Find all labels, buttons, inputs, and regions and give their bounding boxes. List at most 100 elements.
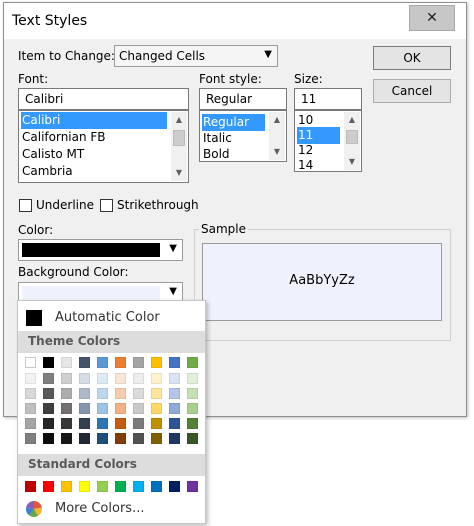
theme-shade-swatch[interactable] [97, 403, 108, 414]
theme-shade-swatch[interactable] [115, 388, 126, 399]
font-list-item[interactable]: Californian FB [21, 129, 167, 146]
scroll-down-icon[interactable]: ▼ [269, 144, 285, 160]
theme-shade-swatch[interactable] [187, 373, 198, 384]
theme-shade-swatch[interactable] [169, 373, 180, 384]
font-list-item[interactable]: Calibri [21, 112, 167, 129]
theme-shade-swatch[interactable] [133, 373, 144, 384]
theme-shade-swatch[interactable] [151, 403, 162, 414]
scroll-up-icon[interactable]: ▲ [171, 112, 187, 128]
theme-shade-swatch[interactable] [97, 388, 108, 399]
theme-shade-swatch[interactable] [25, 433, 36, 444]
theme-color-swatch[interactable] [187, 357, 198, 368]
font-style-input[interactable]: Regular [199, 88, 287, 110]
size-list[interactable]: 10 11 12 14 ▲ ▼ [294, 110, 362, 172]
scroll-up-icon[interactable]: ▲ [269, 112, 285, 128]
standard-color-swatch[interactable] [187, 481, 198, 492]
theme-shade-swatch[interactable] [133, 388, 144, 399]
standard-color-swatch[interactable] [151, 481, 162, 492]
theme-shade-swatch[interactable] [187, 433, 198, 444]
standard-color-swatch[interactable] [97, 481, 108, 492]
theme-shade-swatch[interactable] [97, 433, 108, 444]
theme-color-swatch[interactable] [133, 357, 144, 368]
theme-shade-swatch[interactable] [61, 433, 72, 444]
theme-shade-swatch[interactable] [187, 403, 198, 414]
strikethrough-checkbox[interactable] [100, 199, 113, 212]
standard-color-swatch[interactable] [43, 481, 54, 492]
scroll-down-icon[interactable]: ▼ [171, 165, 187, 181]
standard-color-swatch[interactable] [61, 481, 72, 492]
theme-shade-swatch[interactable] [151, 388, 162, 399]
theme-shade-swatch[interactable] [79, 388, 90, 399]
standard-color-swatch[interactable] [133, 481, 144, 492]
size-input[interactable]: 11 [294, 88, 362, 110]
theme-shade-swatch[interactable] [79, 433, 90, 444]
theme-shade-swatch[interactable] [115, 418, 126, 429]
standard-color-swatch[interactable] [115, 481, 126, 492]
theme-color-swatch[interactable] [79, 357, 90, 368]
theme-shade-swatch[interactable] [61, 403, 72, 414]
theme-shade-swatch[interactable] [187, 418, 198, 429]
font-list-item[interactable]: Cambria [21, 163, 167, 180]
size-list-item[interactable]: 14 [297, 157, 340, 171]
standard-color-swatch[interactable] [169, 481, 180, 492]
theme-shade-swatch[interactable] [43, 418, 54, 429]
theme-color-swatch[interactable] [25, 357, 36, 368]
font-list-scrollbar[interactable]: ▲ ▼ [171, 112, 187, 181]
theme-color-swatch[interactable] [115, 357, 126, 368]
theme-color-swatch[interactable] [169, 357, 180, 368]
theme-shade-swatch[interactable] [61, 373, 72, 384]
standard-color-swatch[interactable] [79, 481, 90, 492]
theme-shade-swatch[interactable] [97, 373, 108, 384]
theme-shade-swatch[interactable] [97, 418, 108, 429]
scroll-thumb[interactable] [346, 130, 358, 144]
theme-shade-swatch[interactable] [133, 403, 144, 414]
standard-color-swatch[interactable] [25, 481, 36, 492]
theme-color-swatch[interactable] [61, 357, 72, 368]
ok-button[interactable]: OK [373, 46, 451, 70]
item-to-change-dropdown[interactable]: Changed Cells ▼ [114, 45, 278, 67]
more-colors-item[interactable]: More Colors... [18, 497, 205, 521]
theme-shade-swatch[interactable] [25, 418, 36, 429]
size-list-scrollbar[interactable]: ▲ ▼ [344, 112, 360, 170]
theme-shade-swatch[interactable] [115, 433, 126, 444]
theme-color-swatch[interactable] [97, 357, 108, 368]
theme-shade-swatch[interactable] [43, 373, 54, 384]
font-style-list-item[interactable]: Bold [202, 146, 265, 161]
font-style-list-item[interactable]: Regular [202, 114, 265, 131]
scroll-thumb[interactable] [173, 130, 185, 146]
theme-shade-swatch[interactable] [151, 418, 162, 429]
underline-checkbox[interactable] [19, 199, 32, 212]
theme-shade-swatch[interactable] [79, 373, 90, 384]
theme-color-swatch[interactable] [151, 357, 162, 368]
theme-shade-swatch[interactable] [169, 403, 180, 414]
font-style-list-scrollbar[interactable]: ▲ ▼ [269, 112, 285, 160]
scroll-down-icon[interactable]: ▼ [344, 154, 360, 170]
theme-shade-swatch[interactable] [115, 373, 126, 384]
font-input[interactable]: Calibri [18, 88, 189, 110]
theme-shade-swatch[interactable] [43, 403, 54, 414]
theme-shade-swatch[interactable] [79, 403, 90, 414]
automatic-color-item[interactable]: Automatic Color [18, 305, 205, 331]
close-button[interactable]: ✕ [409, 5, 455, 31]
theme-shade-swatch[interactable] [169, 433, 180, 444]
font-style-list[interactable]: Regular Italic Bold ▲ ▼ [199, 110, 287, 162]
font-style-list-item[interactable]: Italic [202, 130, 265, 147]
cancel-button[interactable]: Cancel [373, 79, 451, 103]
theme-shade-swatch[interactable] [61, 388, 72, 399]
theme-shade-swatch[interactable] [133, 433, 144, 444]
theme-shade-swatch[interactable] [43, 433, 54, 444]
theme-shade-swatch[interactable] [151, 373, 162, 384]
theme-shade-swatch[interactable] [25, 373, 36, 384]
color-dropdown[interactable]: ▼ [18, 239, 183, 261]
theme-shade-swatch[interactable] [151, 433, 162, 444]
font-list-item[interactable]: Calisto MT [21, 146, 167, 163]
theme-color-swatch[interactable] [43, 357, 54, 368]
theme-shade-swatch[interactable] [79, 418, 90, 429]
theme-shade-swatch[interactable] [25, 403, 36, 414]
theme-shade-swatch[interactable] [187, 388, 198, 399]
theme-shade-swatch[interactable] [169, 418, 180, 429]
theme-shade-swatch[interactable] [169, 388, 180, 399]
scroll-up-icon[interactable]: ▲ [344, 112, 360, 128]
theme-shade-swatch[interactable] [115, 403, 126, 414]
theme-shade-swatch[interactable] [25, 388, 36, 399]
